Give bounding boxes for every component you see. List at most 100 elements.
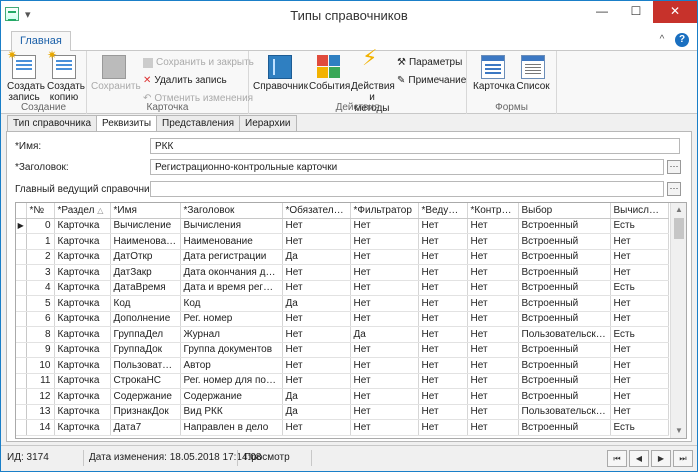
cell-section[interactable]: Карточка [54, 264, 111, 281]
cell-name[interactable]: ГруппаДок [110, 342, 181, 358]
cell-number[interactable]: 6 [26, 311, 55, 327]
title-select-button[interactable]: ··· [667, 160, 681, 174]
row-indicator[interactable] [16, 419, 27, 436]
cell-calc[interactable]: Есть [610, 419, 669, 436]
cell-section[interactable]: Карточка [54, 218, 111, 234]
cell-filter[interactable]: Нет [350, 404, 419, 420]
cell-name[interactable]: Код [110, 295, 181, 312]
title-field[interactable]: Регистрационно-контрольные карточки [150, 159, 664, 175]
cell-choice[interactable]: Встроенный [518, 388, 611, 405]
column-header-filter[interactable]: *Фильтратор [350, 203, 419, 219]
cell-name[interactable]: СтрокаНС [110, 373, 181, 389]
cell-leading[interactable]: Нет [418, 264, 468, 281]
cell-leading[interactable]: Нет [418, 326, 468, 343]
close-button[interactable]: ✕ [653, 1, 697, 23]
cell-leading[interactable]: Нет [418, 218, 468, 234]
cell-control[interactable]: Нет [467, 404, 519, 420]
cell-caption[interactable]: Вид РКК [180, 404, 283, 420]
cell-required[interactable]: Нет [282, 342, 351, 358]
cell-choice[interactable]: Встроенный [518, 342, 611, 358]
cell-caption[interactable]: Дата окончания действия [180, 264, 283, 281]
grid-vertical-scrollbar[interactable]: ▲ ▼ [670, 203, 686, 438]
cell-name[interactable]: ПризнакДок [110, 404, 181, 420]
row-indicator[interactable] [16, 264, 27, 281]
cell-caption[interactable]: Вычисления [180, 218, 283, 234]
cell-caption[interactable]: Автор [180, 357, 283, 374]
cell-control[interactable]: Нет [467, 233, 519, 250]
cell-filter[interactable]: Нет [350, 233, 419, 250]
cell-leading[interactable]: Нет [418, 249, 468, 265]
cell-required[interactable]: Нет [282, 373, 351, 389]
cell-calc[interactable]: Нет [610, 311, 669, 327]
cell-section[interactable]: Карточка [54, 373, 111, 389]
cell-calc[interactable]: Есть [610, 326, 669, 343]
row-indicator[interactable] [16, 295, 27, 312]
row-indicator[interactable] [16, 388, 27, 405]
table-row[interactable]: 10 Карточка Пользователь Автор Нет Нет Нет Нет В… [16, 357, 669, 374]
row-indicator[interactable] [16, 311, 27, 327]
last-record-icon[interactable]: ⏭ [673, 450, 693, 467]
directory-button[interactable]: Справочник [253, 55, 308, 92]
cell-control[interactable]: Нет [467, 373, 519, 389]
cell-control[interactable]: Нет [467, 249, 519, 265]
cell-calc[interactable]: Нет [610, 388, 669, 405]
cell-choice[interactable]: Встроенный [518, 233, 611, 250]
delete-record-button[interactable]: ✕ Удалить запись [143, 75, 227, 86]
cell-required[interactable]: Да [282, 249, 351, 265]
note-button[interactable]: ✎ Примечание [397, 75, 466, 86]
cell-caption[interactable]: Дата регистрации [180, 249, 283, 265]
save-close-button[interactable]: Сохранить и закрыть [143, 57, 254, 68]
cell-number[interactable]: 5 [26, 295, 55, 312]
cell-filter[interactable]: Нет [350, 388, 419, 405]
cell-control[interactable]: Нет [467, 218, 519, 234]
save-button[interactable]: Сохранить [91, 55, 141, 92]
table-row[interactable]: 14 Карточка Дата7 Направлен в дело Нет Нет Нет… [16, 419, 669, 436]
cell-required[interactable]: Да [282, 295, 351, 312]
cell-calc[interactable]: Нет [610, 295, 669, 312]
tab-requisites[interactable]: Реквизиты [96, 115, 158, 132]
cell-calc[interactable]: Нет [610, 233, 669, 250]
cell-required[interactable]: Нет [282, 357, 351, 374]
cell-number[interactable]: 14 [26, 419, 55, 436]
cell-name[interactable]: Дополнение [110, 311, 181, 327]
cell-section[interactable]: Карточка [54, 342, 111, 358]
table-row[interactable]: 13 Карточка ПризнакДок Вид РКК Да Нет Нет Нет По… [16, 404, 669, 420]
cell-calc[interactable]: Нет [610, 249, 669, 265]
column-header-leading[interactable]: *Ведущий [418, 203, 468, 219]
cell-choice[interactable]: Встроенный [518, 373, 611, 389]
column-header-caption[interactable]: *Заголовок [180, 203, 283, 219]
row-indicator[interactable] [16, 373, 27, 389]
cell-filter[interactable]: Нет [350, 311, 419, 327]
cell-number[interactable]: 12 [26, 388, 55, 405]
cell-leading[interactable]: Нет [418, 404, 468, 420]
cell-filter[interactable]: Нет [350, 342, 419, 358]
cell-caption[interactable]: Наименование [180, 233, 283, 250]
cell-number[interactable]: 2 [26, 249, 55, 265]
cell-required[interactable]: Нет [282, 280, 351, 296]
cell-filter[interactable]: Нет [350, 419, 419, 436]
cell-section[interactable]: Карточка [54, 419, 111, 436]
tab-views[interactable]: Представления [156, 115, 240, 131]
create-copy-button[interactable]: Создать копию [47, 50, 85, 103]
cell-choice[interactable]: Встроенный [518, 295, 611, 312]
row-indicator[interactable] [16, 404, 27, 420]
column-header-calc[interactable]: Вычисление [610, 203, 669, 219]
cell-number[interactable]: 4 [26, 280, 55, 296]
card-form-button[interactable]: Карточка [473, 55, 515, 92]
lead-directory-select-button[interactable]: ··· [667, 182, 681, 196]
cell-choice[interactable]: Встроенный [518, 311, 611, 327]
row-indicator[interactable] [16, 280, 27, 296]
ribbon-collapse-icon[interactable]: ^ [655, 33, 669, 47]
cell-section[interactable]: Карточка [54, 295, 111, 312]
cell-control[interactable]: Нет [467, 419, 519, 436]
table-row[interactable]: 9 Карточка ГруппаДок Группа документов Нет Не… [16, 342, 669, 358]
cell-caption[interactable]: Дата и время регистрации [180, 280, 283, 296]
cell-required[interactable]: Да [282, 388, 351, 405]
cell-number[interactable]: 1 [26, 233, 55, 250]
cell-number[interactable]: 13 [26, 404, 55, 420]
cell-choice[interactable]: Встроенный [518, 249, 611, 265]
minimize-button[interactable]: — [585, 1, 619, 23]
cell-caption[interactable]: Рег. номер для поиска [180, 373, 283, 389]
scroll-down-icon[interactable]: ▼ [671, 424, 686, 438]
cell-leading[interactable]: Нет [418, 233, 468, 250]
